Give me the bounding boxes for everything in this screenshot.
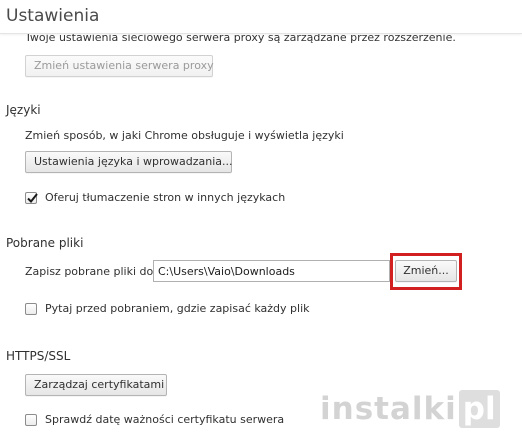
language-input-settings-button[interactable]: Ustawienia języka i wprowadzania...: [25, 151, 232, 173]
highlight-frame: [390, 253, 462, 290]
watermark-box-text: pl: [458, 390, 500, 428]
https-section-title: HTTPS/SSL: [6, 349, 71, 363]
instalki-watermark-logo: instalki pl: [320, 384, 520, 434]
watermark-text: instalki: [320, 391, 457, 427]
page-title: Ustawienia: [6, 6, 100, 26]
manage-certificates-button[interactable]: Zarządzaj certyfikatami: [25, 374, 167, 396]
downloads-section-title: Pobrane pliki: [6, 236, 84, 250]
languages-section-title: Języki: [6, 103, 41, 117]
change-proxy-settings-button[interactable]: Zmień ustawienia serwera proxy: [25, 55, 214, 77]
languages-description: Zmień sposób, w jaki Chrome obsługuje i …: [25, 129, 344, 142]
ask-where-to-save-checkbox[interactable]: [25, 303, 37, 315]
download-location-label: Zapisz pobrane pliki do:: [25, 265, 157, 278]
download-location-field[interactable]: [153, 260, 390, 282]
translate-pages-label: Oferuj tłumaczenie stron w innych języka…: [45, 191, 286, 204]
checkmark-icon: [27, 193, 38, 203]
check-revocation-label: Sprawdź datę ważności certyfikatu serwer…: [45, 413, 285, 426]
ask-where-to-save-label: Pytaj przed pobraniem, gdzie zapisać każ…: [45, 302, 310, 315]
translate-pages-checkbox[interactable]: [25, 192, 38, 204]
settings-header: Ustawienia: [0, 0, 522, 34]
check-revocation-checkbox[interactable]: [25, 414, 37, 426]
